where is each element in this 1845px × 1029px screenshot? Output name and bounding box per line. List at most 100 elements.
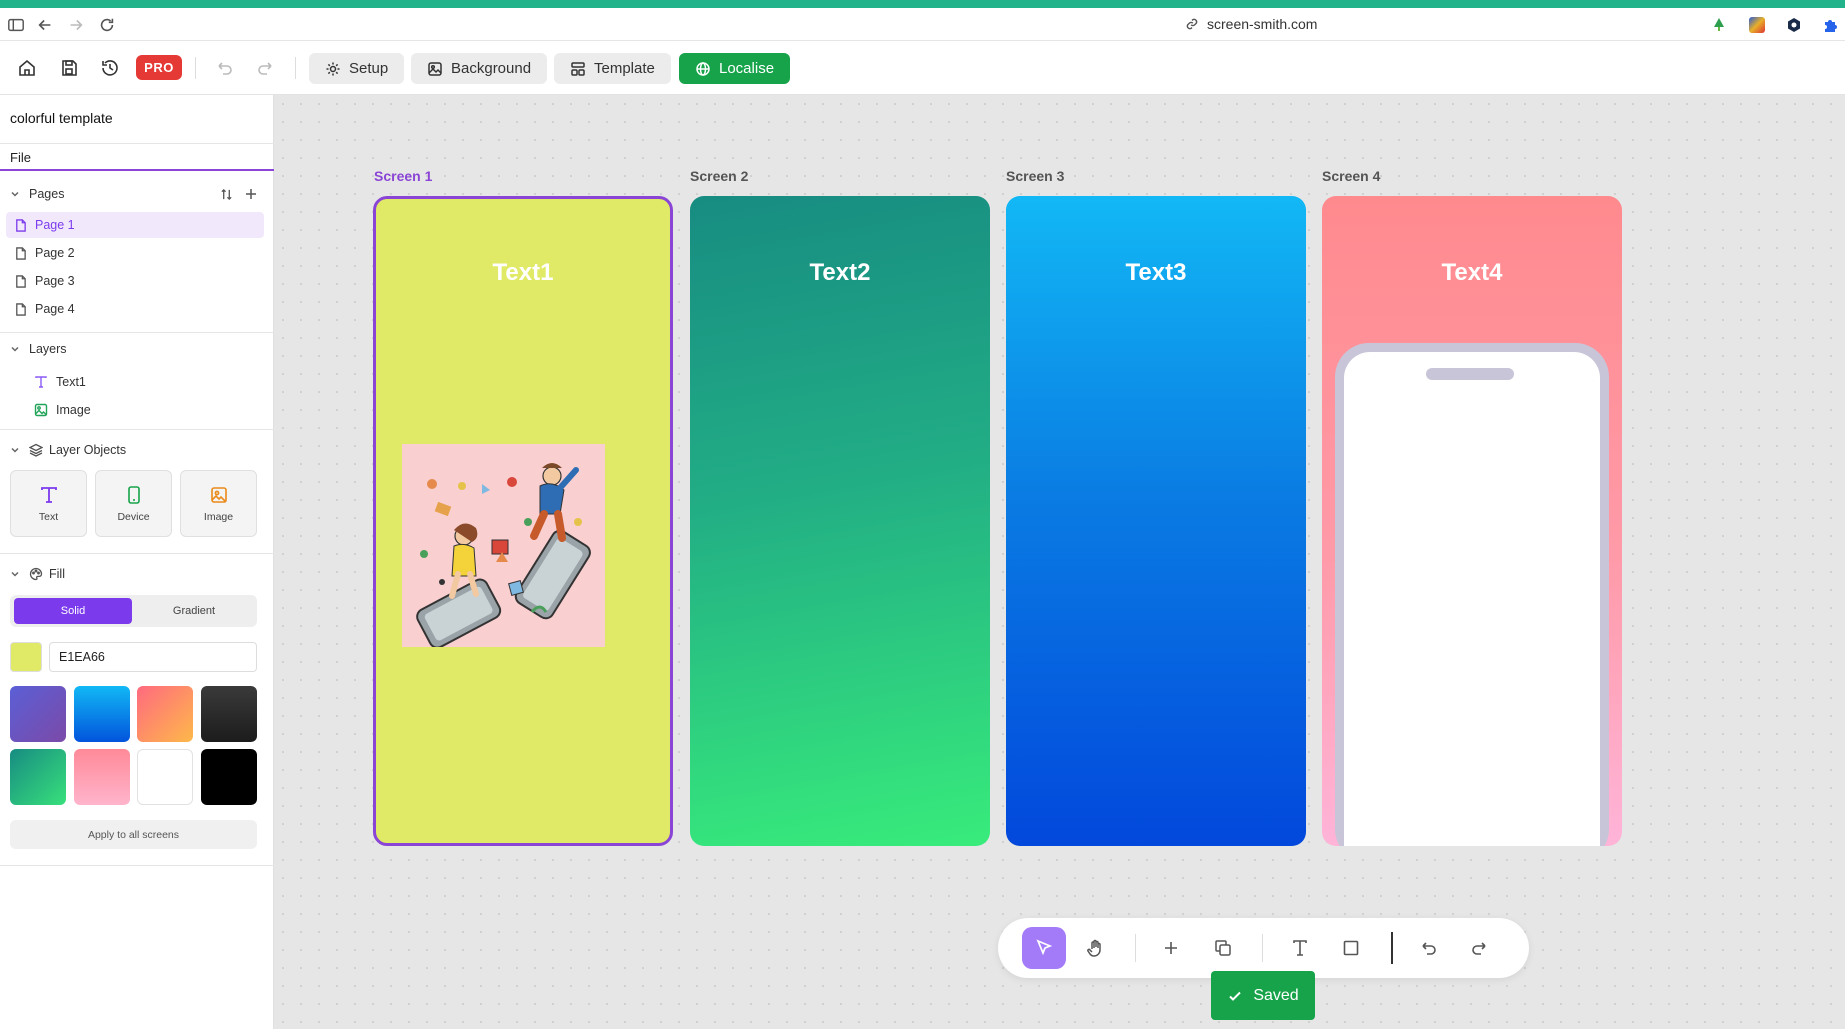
hand-icon: [1087, 939, 1101, 957]
redo-icon: [1472, 942, 1486, 955]
page-item-4[interactable]: Page 4: [6, 296, 264, 322]
screen-1-title[interactable]: Text1: [376, 259, 670, 287]
pan-tool-button[interactable]: [1074, 927, 1118, 969]
device-frame[interactable]: [1335, 343, 1609, 846]
text-icon: [40, 486, 57, 503]
preset-swatch-black[interactable]: [201, 749, 257, 805]
shape-tool-button[interactable]: [1329, 927, 1373, 969]
layers-stack-icon: [29, 443, 43, 457]
back-arrow-icon[interactable]: [35, 15, 55, 35]
preset-swatch-white[interactable]: [137, 749, 193, 805]
screen-label-1[interactable]: Screen 1: [374, 168, 432, 184]
add-image-object-button[interactable]: Image: [180, 470, 257, 537]
screen-1[interactable]: Text1: [373, 196, 673, 846]
screen-3-title[interactable]: Text3: [1006, 259, 1306, 287]
project-name[interactable]: colorful template: [10, 110, 113, 126]
undo-icon[interactable]: [212, 56, 236, 80]
screen-label-2[interactable]: Screen 2: [690, 168, 748, 184]
localise-button[interactable]: Localise: [679, 53, 791, 84]
check-icon: [1229, 991, 1242, 1001]
layers-section-header[interactable]: Layers: [0, 338, 274, 360]
screen-3[interactable]: Text3: [1006, 196, 1306, 846]
browser-top-stripe: [0, 0, 1845, 8]
gear-icon: [326, 62, 340, 75]
undo-button[interactable]: [1406, 927, 1450, 969]
solid-tab[interactable]: Solid: [14, 598, 132, 624]
canvas-tool-bar: [998, 918, 1529, 978]
current-color-swatch[interactable]: [10, 642, 42, 672]
extensions-puzzle-icon[interactable]: [1822, 17, 1838, 33]
screen-2-title[interactable]: Text2: [690, 259, 990, 287]
template-button[interactable]: Template: [554, 53, 671, 84]
device-icon: [127, 485, 140, 504]
home-icon[interactable]: [15, 56, 39, 80]
sort-icon[interactable]: [220, 188, 233, 201]
page-item-1[interactable]: Page 1: [6, 212, 264, 238]
screen-2[interactable]: Text2: [690, 196, 990, 846]
section-divider: [0, 332, 274, 333]
preset-swatch-charcoal[interactable]: [201, 686, 257, 742]
preset-swatch-green[interactable]: [10, 749, 66, 805]
copy-icon: [1215, 940, 1231, 956]
layer-item-text1[interactable]: Text1: [34, 372, 86, 392]
file-menu[interactable]: File: [0, 143, 274, 171]
fill-section-header[interactable]: Fill: [0, 563, 274, 585]
add-screen-button[interactable]: [1149, 927, 1193, 969]
preset-swatch-blue[interactable]: [74, 686, 130, 742]
reload-icon[interactable]: [97, 15, 117, 35]
setup-button[interactable]: Setup: [309, 53, 405, 84]
page-icon: [16, 218, 26, 232]
palette-icon: [29, 567, 43, 581]
add-device-object-button[interactable]: Device: [95, 470, 172, 537]
chevron-down-icon: [11, 346, 19, 352]
apply-to-all-screens-button[interactable]: Apply to all screens: [10, 820, 257, 849]
history-icon[interactable]: [98, 56, 122, 80]
text-tool-button[interactable]: [1278, 927, 1322, 969]
tool-divider: [1391, 932, 1393, 964]
page-item-3[interactable]: Page 3: [6, 268, 264, 294]
add-page-icon[interactable]: [245, 188, 257, 200]
preset-swatch-pink[interactable]: [74, 749, 130, 805]
screen-label-3[interactable]: Screen 3: [1006, 168, 1064, 184]
add-text-object-button[interactable]: Text: [10, 470, 87, 537]
globe-icon: [696, 61, 710, 76]
sidebar-toggle-icon[interactable]: [6, 15, 26, 35]
fill-type-toggle: Solid Gradient: [10, 595, 257, 627]
pages-section-header[interactable]: Pages: [0, 183, 274, 205]
extension-colorful-icon[interactable]: [1749, 17, 1765, 33]
forward-arrow-icon[interactable]: [66, 15, 86, 35]
background-button[interactable]: Background: [411, 53, 548, 84]
screen-4-title[interactable]: Text4: [1322, 259, 1622, 287]
duplicate-button[interactable]: [1201, 927, 1245, 969]
hex-color-input[interactable]: E1EA66: [49, 642, 257, 672]
pro-badge[interactable]: PRO: [136, 55, 182, 80]
page-icon: [16, 246, 26, 260]
address-bar[interactable]: screen-smith.com: [1185, 16, 1317, 32]
link-icon: [1186, 18, 1198, 30]
section-divider: [0, 429, 274, 430]
section-divider: [0, 865, 274, 866]
extension-tree-icon[interactable]: [1712, 17, 1726, 33]
undo-icon: [1422, 942, 1436, 955]
screen-4[interactable]: Text4: [1322, 196, 1622, 846]
save-icon[interactable]: [57, 56, 81, 80]
chevron-down-icon: [11, 191, 19, 197]
preset-swatch-sunset[interactable]: [137, 686, 193, 742]
device-screen: [1344, 352, 1600, 846]
redo-button[interactable]: [1458, 927, 1502, 969]
template-icon: [571, 61, 585, 76]
page-icon: [16, 302, 26, 316]
image-icon: [210, 486, 227, 503]
preset-swatch-indigo[interactable]: [10, 686, 66, 742]
extension-hexagon-icon[interactable]: [1786, 17, 1802, 33]
screen-label-4[interactable]: Screen 4: [1322, 168, 1380, 184]
select-tool-button[interactable]: [1022, 927, 1066, 969]
app-toolbar: PRO Setup Background Template Localise: [0, 41, 1845, 95]
illustration-image[interactable]: [402, 444, 605, 649]
toolbar-divider: [295, 57, 296, 79]
layer-item-image[interactable]: Image: [34, 400, 91, 420]
redo-icon[interactable]: [254, 56, 278, 80]
layer-objects-section-header[interactable]: Layer Objects: [0, 439, 274, 461]
page-item-2[interactable]: Page 2: [6, 240, 264, 266]
gradient-tab[interactable]: Gradient: [135, 598, 253, 624]
